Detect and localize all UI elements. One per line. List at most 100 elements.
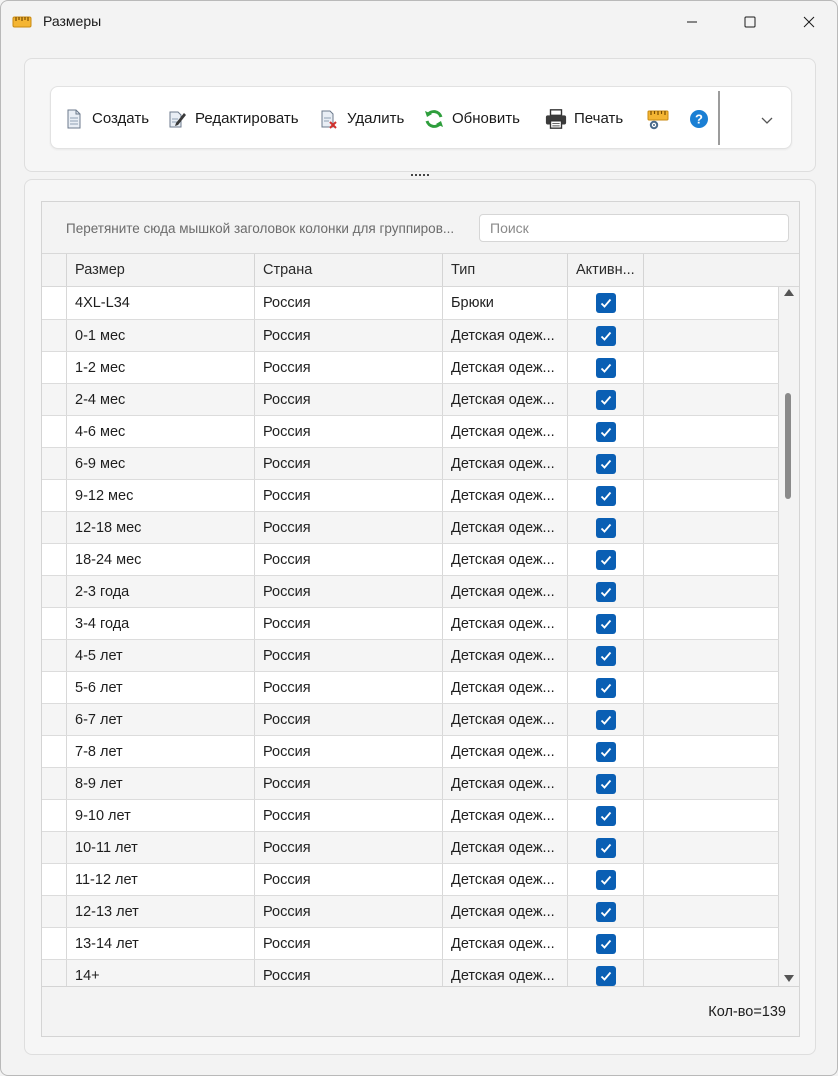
cell-empty[interactable] (644, 384, 779, 415)
cell-country[interactable]: Россия (255, 544, 443, 575)
cell-size[interactable]: 12-18 мес (67, 512, 255, 543)
cell-country[interactable]: Россия (255, 320, 443, 351)
table-row[interactable]: 12-13 лет Россия Детская одеж... (42, 896, 779, 928)
table-row[interactable]: 18-24 мес Россия Детская одеж... (42, 544, 779, 576)
active-checkbox[interactable] (595, 357, 616, 378)
row-indicator[interactable] (42, 320, 67, 351)
cell-size[interactable]: 13-14 лет (67, 928, 255, 959)
cell-country[interactable]: Россия (255, 928, 443, 959)
column-header-country[interactable]: Страна (255, 254, 443, 286)
table-row[interactable]: 2-4 мес Россия Детская одеж... (42, 384, 779, 416)
row-indicator[interactable] (42, 512, 67, 543)
group-panel-hint[interactable]: Перетяните сюда мышкой заголовок колонки… (66, 221, 454, 236)
table-row[interactable]: 4-5 лет Россия Детская одеж... (42, 640, 779, 672)
cell-country[interactable]: Россия (255, 608, 443, 639)
active-checkbox[interactable] (595, 421, 616, 442)
active-checkbox[interactable] (595, 645, 616, 666)
cell-size[interactable]: 6-9 мес (67, 448, 255, 479)
cell-active[interactable] (568, 864, 644, 895)
cell-active[interactable] (568, 928, 644, 959)
cell-type[interactable]: Детская одеж... (443, 864, 568, 895)
cell-size[interactable]: 1-2 мес (67, 352, 255, 383)
table-row[interactable]: 2-3 года Россия Детская одеж... (42, 576, 779, 608)
active-checkbox[interactable] (595, 581, 616, 602)
active-checkbox[interactable] (595, 677, 616, 698)
refresh-button[interactable]: Обновить (423, 87, 520, 150)
cell-size[interactable]: 18-24 мес (67, 544, 255, 575)
row-indicator[interactable] (42, 960, 67, 986)
cell-type[interactable]: Детская одеж... (443, 384, 568, 415)
vertical-scrollbar[interactable] (779, 287, 799, 986)
row-indicator[interactable] (42, 448, 67, 479)
row-indicator[interactable] (42, 768, 67, 799)
table-row[interactable]: 7-8 лет Россия Детская одеж... (42, 736, 779, 768)
cell-size[interactable]: 4-5 лет (67, 640, 255, 671)
cell-type[interactable]: Детская одеж... (443, 640, 568, 671)
active-checkbox[interactable] (595, 389, 616, 410)
scroll-thumb[interactable] (785, 393, 791, 499)
cell-size[interactable]: 9-10 лет (67, 800, 255, 831)
cell-size[interactable]: 14+ (67, 960, 255, 986)
cell-type[interactable]: Детская одеж... (443, 480, 568, 511)
cell-active[interactable] (568, 352, 644, 383)
table-row[interactable]: 9-10 лет Россия Детская одеж... (42, 800, 779, 832)
row-indicator[interactable] (42, 736, 67, 767)
row-indicator[interactable] (42, 864, 67, 895)
cell-country[interactable]: Россия (255, 960, 443, 986)
create-button[interactable]: Создать (63, 87, 149, 150)
cell-size[interactable]: 0-1 мес (67, 320, 255, 351)
row-indicator[interactable] (42, 544, 67, 575)
cell-active[interactable] (568, 736, 644, 767)
active-checkbox[interactable] (595, 453, 616, 474)
active-checkbox[interactable] (595, 965, 616, 986)
column-header-size[interactable]: Размер (67, 254, 255, 286)
cell-empty[interactable] (644, 800, 779, 831)
active-checkbox[interactable] (595, 293, 616, 313)
cell-type[interactable]: Детская одеж... (443, 576, 568, 607)
cell-size[interactable]: 6-7 лет (67, 704, 255, 735)
cell-country[interactable]: Россия (255, 287, 443, 319)
cell-country[interactable]: Россия (255, 384, 443, 415)
cell-type[interactable]: Детская одеж... (443, 800, 568, 831)
cell-size[interactable]: 2-4 мес (67, 384, 255, 415)
column-header-active[interactable]: Активн... (568, 254, 644, 286)
table-row[interactable]: 5-6 лет Россия Детская одеж... (42, 672, 779, 704)
table-row[interactable]: 9-12 мес Россия Детская одеж... (42, 480, 779, 512)
cell-country[interactable]: Россия (255, 480, 443, 511)
active-checkbox[interactable] (595, 549, 616, 570)
cell-empty[interactable] (644, 768, 779, 799)
cell-active[interactable] (568, 287, 644, 319)
active-checkbox[interactable] (595, 805, 616, 826)
cell-size[interactable]: 10-11 лет (67, 832, 255, 863)
cell-type[interactable]: Детская одеж... (443, 928, 568, 959)
row-indicator[interactable] (42, 576, 67, 607)
row-indicator[interactable] (42, 832, 67, 863)
cell-country[interactable]: Россия (255, 448, 443, 479)
table-row[interactable]: 4XL-L34 Россия Брюки (42, 287, 779, 320)
table-row[interactable]: 6-7 лет Россия Детская одеж... (42, 704, 779, 736)
table-row[interactable]: 0-1 мес Россия Детская одеж... (42, 320, 779, 352)
cell-type[interactable]: Детская одеж... (443, 448, 568, 479)
cell-active[interactable] (568, 416, 644, 447)
active-checkbox[interactable] (595, 933, 616, 954)
active-checkbox[interactable] (595, 517, 616, 538)
cell-size[interactable]: 11-12 лет (67, 864, 255, 895)
table-row[interactable]: 4-6 мес Россия Детская одеж... (42, 416, 779, 448)
cell-active[interactable] (568, 960, 644, 986)
cell-empty[interactable] (644, 287, 779, 319)
row-indicator[interactable] (42, 640, 67, 671)
cell-size[interactable]: 8-9 лет (67, 768, 255, 799)
print-button[interactable]: Печать (545, 87, 623, 150)
search-input[interactable] (479, 214, 789, 242)
cell-size[interactable]: 4XL-L34 (67, 287, 255, 319)
cell-active[interactable] (568, 704, 644, 735)
cell-country[interactable]: Россия (255, 512, 443, 543)
cell-type[interactable]: Детская одеж... (443, 672, 568, 703)
cell-active[interactable] (568, 832, 644, 863)
row-indicator[interactable] (42, 287, 67, 319)
edit-button[interactable]: Редактировать (166, 87, 299, 150)
table-row[interactable]: 8-9 лет Россия Детская одеж... (42, 768, 779, 800)
cell-empty[interactable] (644, 608, 779, 639)
cell-country[interactable]: Россия (255, 640, 443, 671)
minimize-button[interactable] (663, 1, 721, 43)
